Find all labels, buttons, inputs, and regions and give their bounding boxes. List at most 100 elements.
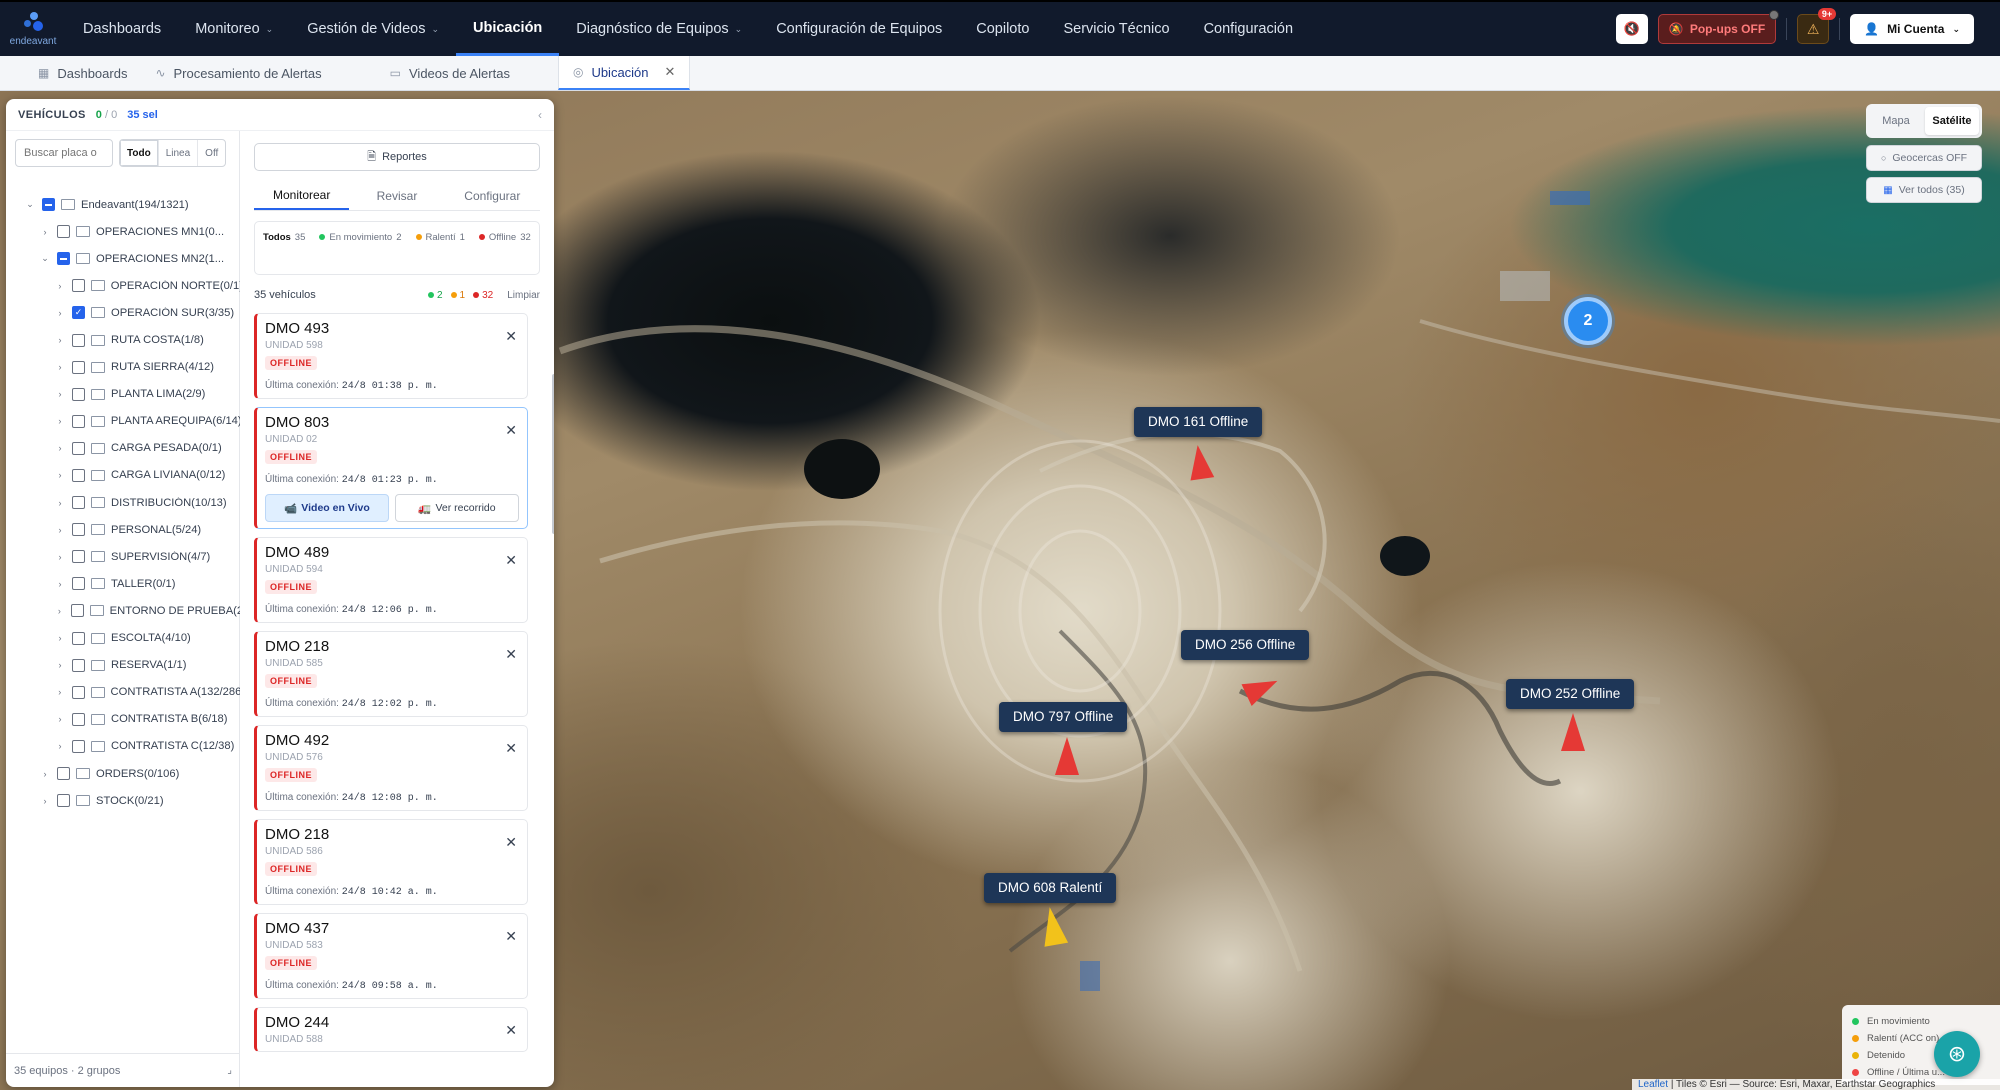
- tree-checkbox[interactable]: [57, 767, 70, 781]
- vehicle-arrow-icon[interactable]: [1561, 713, 1585, 751]
- vehicle-card[interactable]: DMO 493 UNIDAD 598 OFFLINE Última conexión:…: [254, 313, 528, 399]
- chevron-right-icon[interactable]: ›: [54, 525, 66, 535]
- tree-checkbox[interactable]: [71, 685, 85, 699]
- vehicle-card[interactable]: DMO 803 UNIDAD 02 OFFLINE Última conexión: …: [254, 407, 528, 529]
- tree-checkbox[interactable]: [72, 658, 85, 672]
- chevron-down-icon[interactable]: ⌄: [39, 253, 51, 264]
- vehicle-marker-label[interactable]: DMO 252 Offline: [1506, 679, 1635, 709]
- tree-checkbox[interactable]: [71, 279, 85, 293]
- tree-checkbox[interactable]: [72, 523, 85, 537]
- subtab-review[interactable]: Revisar: [349, 181, 444, 210]
- nav-item-0[interactable]: Dashboards: [66, 2, 178, 56]
- tree-row[interactable]: › STOCK(0/21): [6, 787, 240, 814]
- nav-item-8[interactable]: Configuración: [1187, 2, 1310, 56]
- alerts-button[interactable]: ⚠ 9+: [1797, 8, 1837, 44]
- leaflet-link[interactable]: Leaflet: [1638, 1079, 1668, 1090]
- tree-checkbox[interactable]: [72, 468, 85, 482]
- collapse-panel-icon[interactable]: ‹: [538, 108, 542, 122]
- nav-item-1[interactable]: Monitoreo ⌄: [178, 2, 290, 56]
- vehicle-card[interactable]: DMO 244 UNIDAD 588 ✕: [254, 1007, 528, 1052]
- chevron-right-icon[interactable]: ›: [54, 633, 66, 643]
- chevron-right-icon[interactable]: ›: [54, 416, 66, 426]
- chevron-right-icon[interactable]: ›: [54, 606, 65, 616]
- tree-checkbox[interactable]: [72, 333, 85, 347]
- chevron-right-icon[interactable]: ›: [39, 769, 51, 779]
- chevron-right-icon[interactable]: ›: [54, 660, 66, 670]
- chevron-right-icon[interactable]: ›: [54, 498, 66, 508]
- tree-row[interactable]: › CARGA LIVIANA(0/12): [6, 462, 240, 489]
- tree-checkbox[interactable]: [57, 794, 70, 808]
- close-icon[interactable]: ✕: [505, 422, 517, 439]
- reports-button[interactable]: 🗎 Reportes: [254, 143, 540, 171]
- tree-row[interactable]: › CONTRATISTA B(6/18): [6, 706, 240, 733]
- tree-row[interactable]: › RUTA SIERRA(4/12): [6, 354, 240, 381]
- vehicle-arrow-icon[interactable]: [1055, 737, 1079, 775]
- vehicle-marker-label[interactable]: DMO 161 Offline: [1134, 407, 1263, 437]
- help-button[interactable]: ⊛: [1934, 1031, 1980, 1077]
- filter-all[interactable]: Todo: [120, 140, 159, 166]
- tree-row[interactable]: › TALLER(0/1): [6, 570, 240, 597]
- vehicle-card[interactable]: DMO 489 UNIDAD 594 OFFLINE Última conexión:…: [254, 537, 528, 623]
- tab-0[interactable]: ▦ Dashboards: [24, 56, 141, 90]
- popups-toggle-button[interactable]: 🔕 Pop-ups OFF: [1657, 10, 1780, 44]
- chevron-right-icon[interactable]: ›: [54, 308, 66, 318]
- tree-row[interactable]: › ORDERS(0/106): [6, 760, 240, 787]
- close-icon[interactable]: ✕: [505, 928, 517, 945]
- view-route-button[interactable]: 🚛 Ver recorrido: [395, 494, 519, 522]
- filter-online[interactable]: Linea: [159, 140, 199, 166]
- vehicle-card[interactable]: DMO 437 UNIDAD 583 OFFLINE Última conexión:…: [254, 913, 528, 999]
- close-icon[interactable]: ✕: [505, 328, 517, 345]
- tree-checkbox[interactable]: [72, 577, 85, 591]
- tree-row[interactable]: › DISTRIBUCIÓN(10/13): [6, 489, 240, 516]
- vehicle-card[interactable]: DMO 218 UNIDAD 586 OFFLINE Última conexión:…: [254, 819, 528, 905]
- tree-checkbox[interactable]: [72, 387, 85, 401]
- chevron-right-icon[interactable]: ›: [54, 687, 66, 697]
- chevron-right-icon[interactable]: ›: [54, 389, 66, 399]
- tree-row[interactable]: › PERSONAL(5/24): [6, 516, 240, 543]
- vehicle-marker-label[interactable]: DMO 608 Ralentí: [984, 873, 1117, 903]
- nav-item-5[interactable]: Configuración de Equipos: [759, 2, 959, 56]
- status-moving[interactable]: En movimiento 2: [319, 228, 402, 246]
- chevron-right-icon[interactable]: ›: [54, 362, 66, 372]
- account-menu-button[interactable]: 👤 Mi Cuenta ⌄: [1850, 14, 1974, 44]
- tree-row[interactable]: › OPERACIÓN NORTE(0/1): [6, 272, 240, 299]
- tree-row[interactable]: › PLANTA AREQUIPA(6/14): [6, 408, 240, 435]
- chevron-right-icon[interactable]: ›: [54, 335, 66, 345]
- status-all[interactable]: Todos 35: [263, 228, 305, 246]
- tree-row[interactable]: ⌄ OPERACIONES MN2(1...: [6, 245, 240, 272]
- chevron-down-icon[interactable]: ⌄: [24, 199, 36, 210]
- close-icon[interactable]: ✕: [505, 740, 517, 757]
- show-all-button[interactable]: ▦ Ver todos (35): [1866, 177, 1982, 203]
- close-icon[interactable]: ✕: [505, 834, 517, 851]
- tree-checkbox[interactable]: [57, 252, 70, 266]
- chevron-right-icon[interactable]: ›: [54, 281, 66, 291]
- tree-row[interactable]: › ESCOLTA(4/10): [6, 625, 240, 652]
- nav-item-6[interactable]: Copiloto: [959, 2, 1046, 56]
- tree-row[interactable]: › SUPERVISIÓN(4/7): [6, 543, 240, 570]
- nav-item-7[interactable]: Servicio Técnico: [1046, 2, 1186, 56]
- close-tab-icon[interactable]: ✕: [665, 64, 676, 80]
- close-icon[interactable]: ✕: [505, 1022, 517, 1039]
- search-input[interactable]: [15, 139, 113, 167]
- chevron-right-icon[interactable]: ›: [39, 796, 51, 806]
- vehicle-marker-label[interactable]: DMO 797 Offline: [999, 702, 1128, 732]
- subtab-configure[interactable]: Configurar: [445, 181, 540, 210]
- close-icon[interactable]: ✕: [505, 646, 517, 663]
- vehicle-card[interactable]: DMO 218 UNIDAD 585 OFFLINE Última conexión:…: [254, 631, 528, 717]
- status-offline[interactable]: Offline 32: [478, 228, 531, 246]
- vehicle-cluster-marker[interactable]: 2: [1564, 297, 1612, 345]
- tree-checkbox[interactable]: [70, 604, 84, 618]
- tree-checkbox[interactable]: [72, 441, 85, 455]
- chevron-right-icon[interactable]: ›: [54, 579, 66, 589]
- tree-checkbox[interactable]: [42, 198, 55, 212]
- map-type-map[interactable]: Mapa: [1869, 107, 1923, 135]
- tree-row[interactable]: › RESERVA(1/1): [6, 652, 240, 679]
- tab-2[interactable]: ▭ Videos de Alertas: [376, 56, 524, 90]
- chevron-right-icon[interactable]: ›: [54, 470, 66, 480]
- tree-row[interactable]: › OPERACIONES MN1(0...: [6, 218, 240, 245]
- clear-selection-button[interactable]: Limpiar: [507, 290, 540, 301]
- tree-row[interactable]: › CARGA PESADA(0/1): [6, 435, 240, 462]
- chevron-right-icon[interactable]: ›: [54, 741, 66, 751]
- tree-checkbox[interactable]: [72, 712, 85, 726]
- tree-row[interactable]: ⌄ Endeavant(194/1321): [6, 191, 240, 218]
